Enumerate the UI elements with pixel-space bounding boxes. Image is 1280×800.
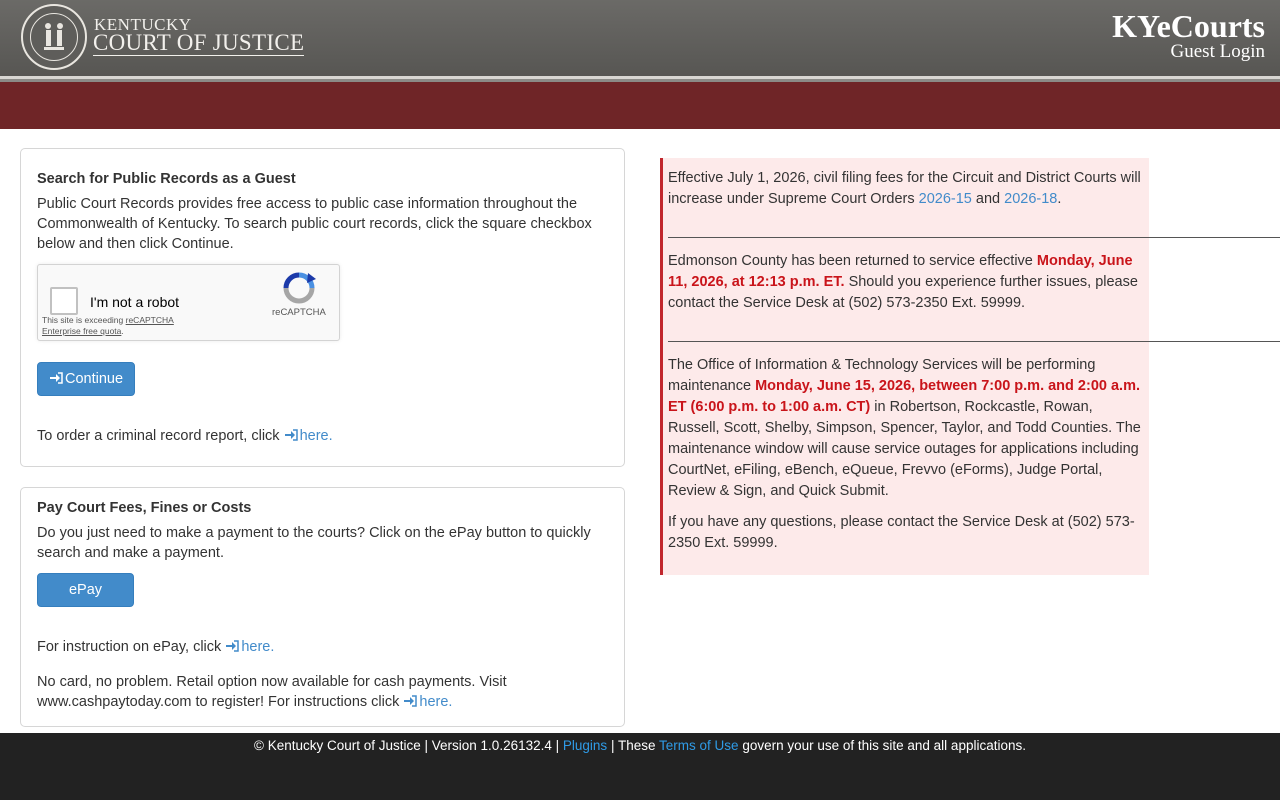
pay-panel: Pay Court Fees, Fines or Costs Do you ju… xyxy=(20,487,625,727)
nav-bar xyxy=(0,82,1280,129)
footer-text: © Kentucky Court of Justice | Version 1.… xyxy=(254,738,1026,753)
notice-questions: If you have any questions, please contac… xyxy=(668,514,1135,551)
sign-in-icon xyxy=(284,429,298,441)
criminal-report-link[interactable]: here. xyxy=(284,428,333,444)
recaptcha-label: I'm not a robot xyxy=(90,294,180,310)
continue-button[interactable]: Continue xyxy=(37,362,135,396)
site-footer: © Kentucky Court of Justice | Version 1.… xyxy=(0,733,1280,800)
cash-instruction-link[interactable]: here. xyxy=(403,694,452,710)
notice-edmonson: Edmonson County has been returned to ser… xyxy=(668,253,1138,311)
terms-of-use-link[interactable]: Terms of Use xyxy=(659,738,739,753)
order-link-2026-18[interactable]: 2026-18 xyxy=(1004,191,1057,207)
notice-divider xyxy=(668,237,1280,238)
guest-search-heading: Search for Public Records as a Guest xyxy=(37,171,296,187)
kentucky-seal-logo xyxy=(21,4,87,70)
sign-in-icon xyxy=(226,640,240,652)
notice-fees: Effective July 1, 2026, civil filing fee… xyxy=(668,170,1141,207)
recaptcha-checkbox[interactable] xyxy=(50,287,78,315)
recaptcha-brand: reCAPTCHA xyxy=(272,307,326,318)
org-name-large[interactable]: COURT OF JUSTICE xyxy=(93,31,305,56)
epay-instruction-link[interactable]: here. xyxy=(225,639,274,655)
cash-payment-text: No card, no problem. Retail option now a… xyxy=(37,674,507,710)
guest-search-panel: Search for Public Records as a Guest Pub… xyxy=(20,148,625,467)
epay-button[interactable]: ePay xyxy=(37,573,134,607)
plugins-link[interactable]: Plugins xyxy=(563,738,607,753)
notice-maintenance: The Office of Information & Technology S… xyxy=(668,357,1141,499)
notice-box: Effective July 1, 2026, civil filing fee… xyxy=(660,158,1149,575)
site-header: KENTUCKY COURT OF JUSTICE KYeCourts Gues… xyxy=(0,0,1280,76)
app-subtitle: Guest Login xyxy=(1170,41,1265,62)
pay-description: Do you just need to make a payment to th… xyxy=(37,525,591,561)
sign-in-icon xyxy=(404,695,418,707)
order-link-2026-15[interactable]: 2026-15 xyxy=(919,191,972,207)
recaptcha-widget: I'm not a robot reCAPTCHA This site is e… xyxy=(37,264,340,341)
epay-instruction-text: For instruction on ePay, click here. xyxy=(37,639,275,655)
guest-search-description: Public Court Records provides free acces… xyxy=(37,196,592,252)
recaptcha-quota-note: This site is exceeding reCAPTCHA Enterpr… xyxy=(42,315,174,336)
notice-divider xyxy=(668,341,1280,342)
criminal-report-text: To order a criminal record report, click… xyxy=(37,428,333,444)
recaptcha-icon xyxy=(283,272,316,304)
pay-heading: Pay Court Fees, Fines or Costs xyxy=(37,500,252,516)
app-title: KYeCourts xyxy=(1112,8,1265,44)
sign-in-icon xyxy=(49,372,63,384)
